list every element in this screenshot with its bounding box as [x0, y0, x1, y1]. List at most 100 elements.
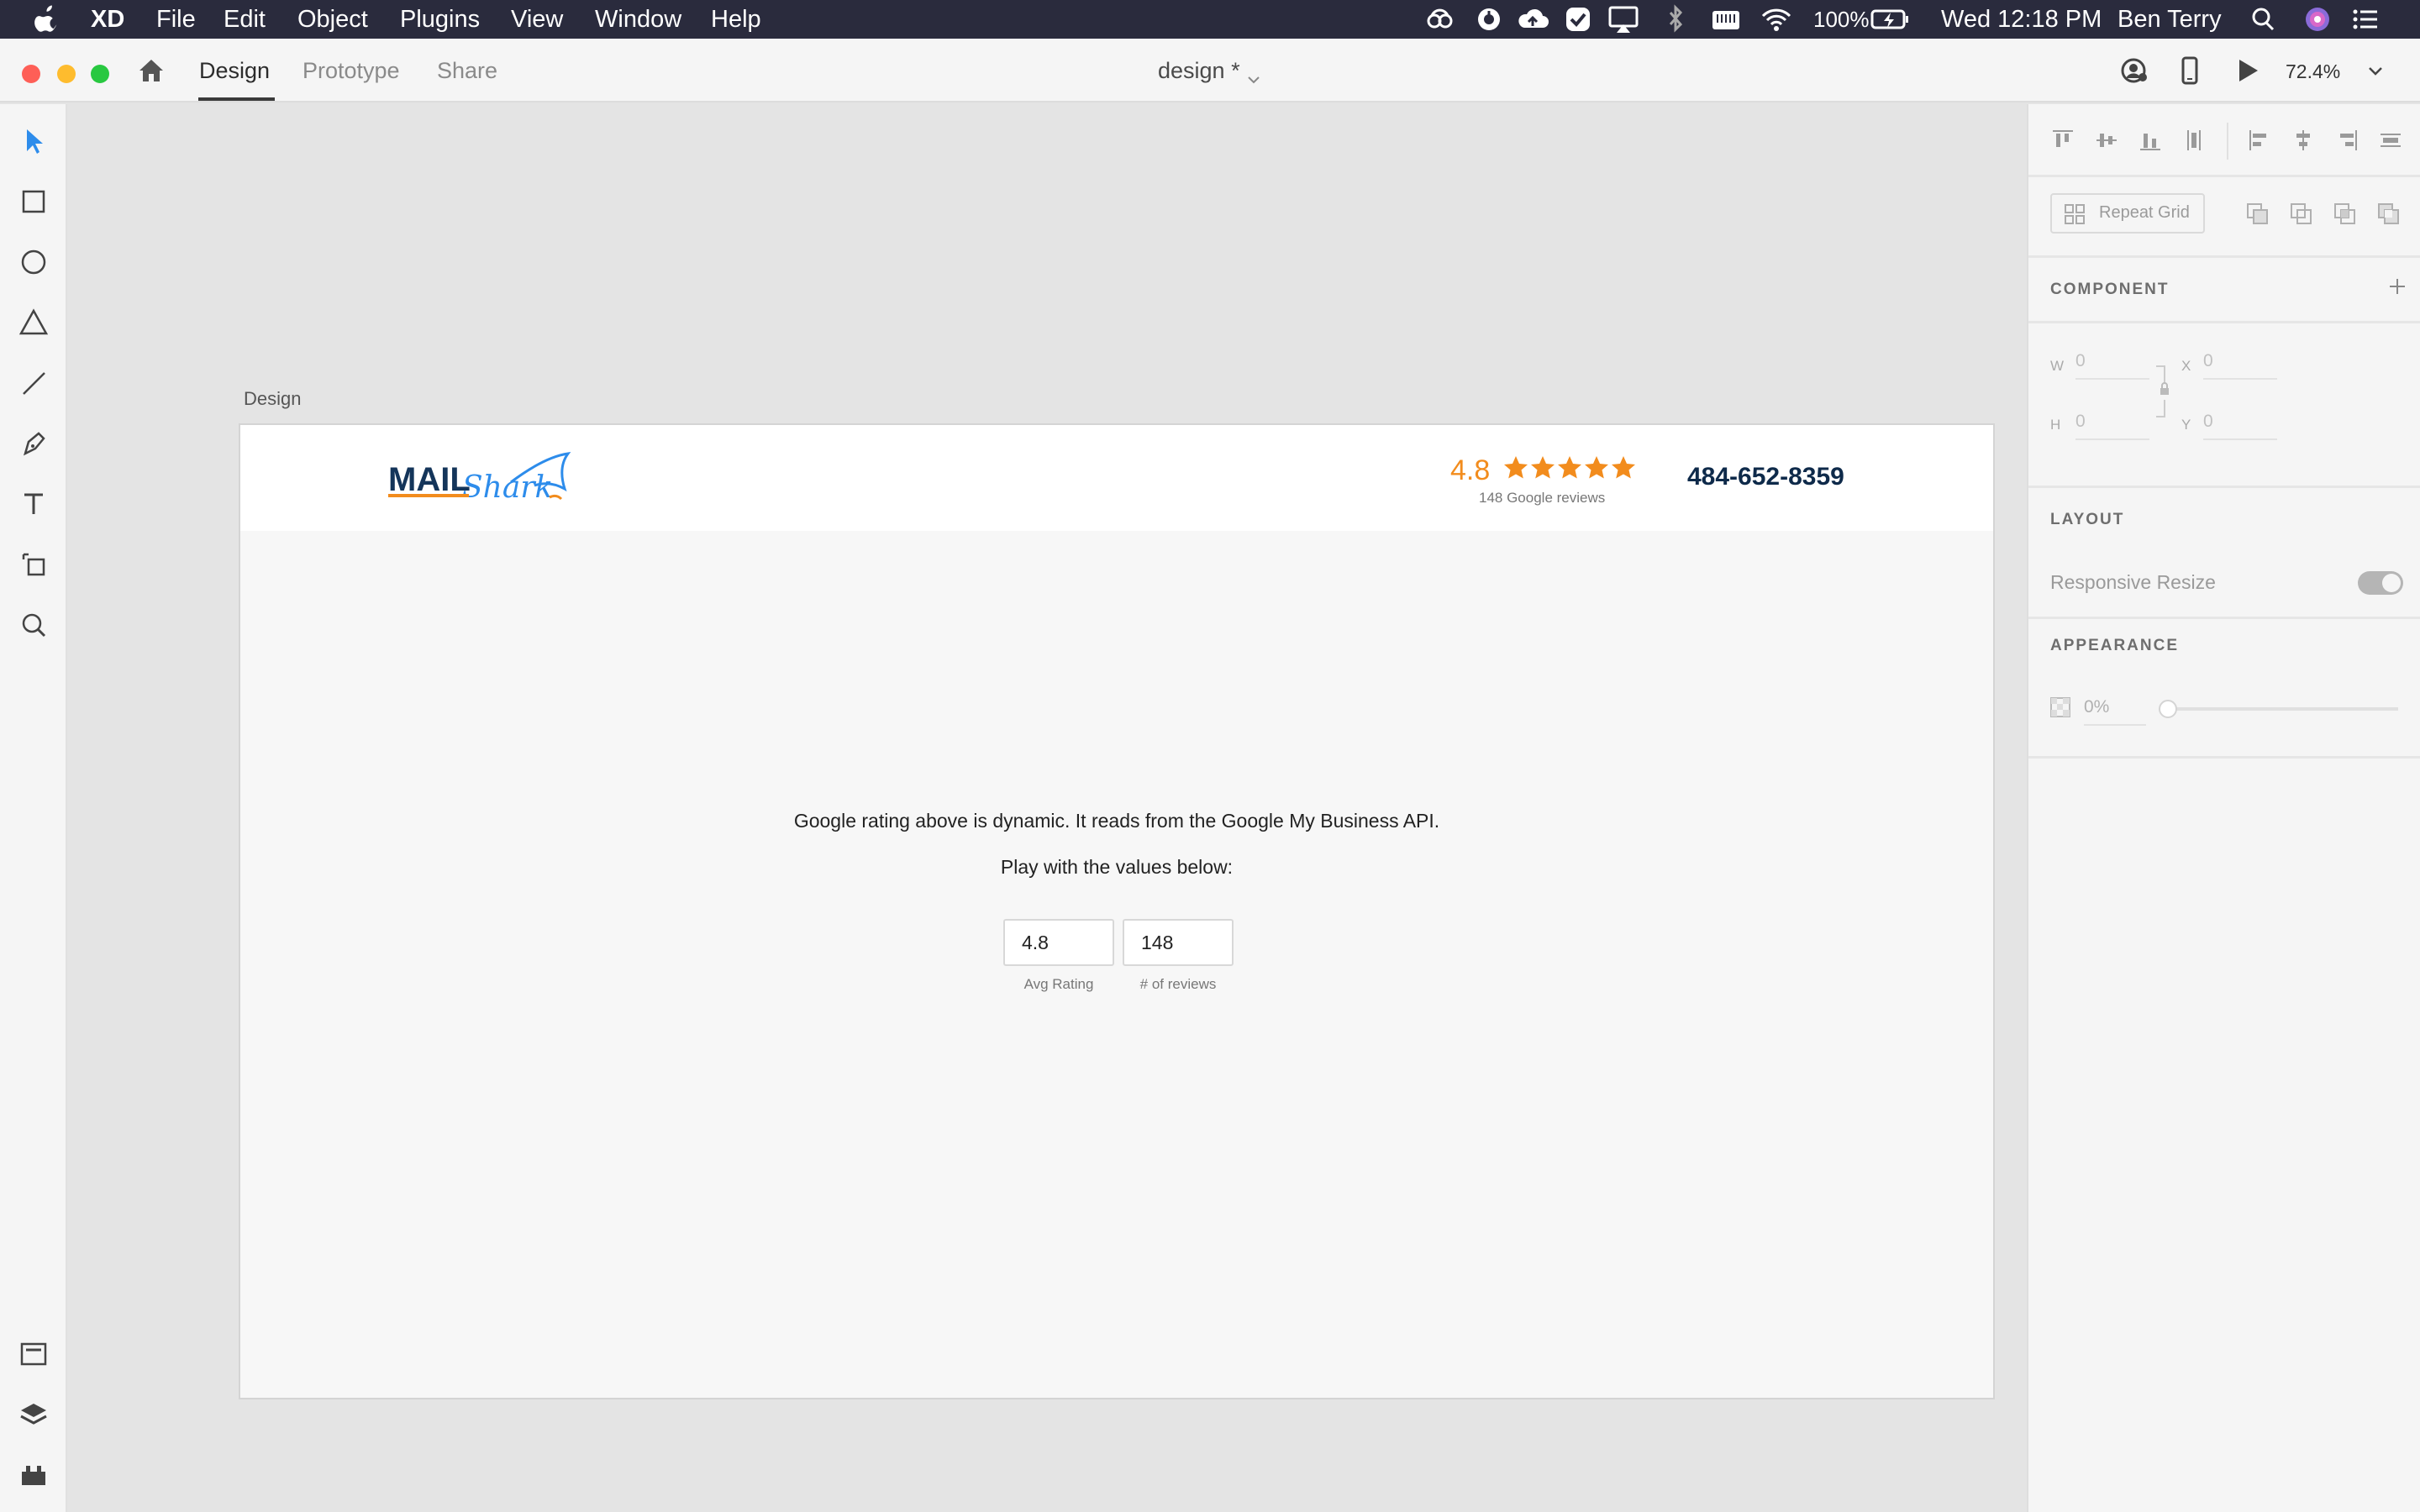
artboard[interactable]: MAIL Shark 4.8 148 Google reviews 484-65… [239, 423, 1995, 1399]
opacity-field[interactable]: 0% [2084, 697, 2146, 726]
home-icon[interactable] [136, 55, 166, 86]
active-tab-indicator [198, 97, 275, 101]
responsive-resize-label: Responsive Resize [2050, 571, 2216, 593]
boolean-subtract-icon[interactable] [2287, 200, 2316, 228]
boolean-exclude-icon[interactable] [2375, 200, 2403, 228]
panel-divider [2028, 486, 2420, 488]
responsive-resize-toggle[interactable] [2358, 571, 2403, 595]
canvas[interactable]: Design MAIL Shark 4.8 148 Google reviews… [69, 104, 2027, 1512]
artboard-label[interactable]: Design [244, 388, 301, 410]
siri-icon[interactable] [2301, 4, 2334, 34]
avg-rating-field[interactable] [1003, 919, 1114, 966]
zoom-tool-icon[interactable] [17, 608, 50, 642]
panel-divider [2028, 617, 2420, 619]
review-count-input[interactable] [1124, 921, 1232, 964]
tool-rail [0, 104, 67, 1512]
y-field[interactable]: 0 [2203, 412, 2277, 440]
zoom-window-button[interactable] [91, 65, 109, 83]
opacity-icon [2049, 696, 2072, 719]
opacity-slider-track[interactable] [2163, 707, 2398, 711]
zoom-level[interactable]: 72.4% [2286, 57, 2340, 86]
star-icon [1504, 456, 1528, 479]
menu-help[interactable]: Help [711, 5, 761, 34]
phone-number[interactable]: 484-652-8359 [1687, 462, 1844, 492]
menu-plugins[interactable]: Plugins [400, 5, 480, 34]
panel-divider [2028, 756, 2420, 759]
boolean-intersect-icon[interactable] [2331, 200, 2360, 228]
battery-icon[interactable] [1870, 4, 1909, 34]
pen-tool-icon[interactable] [17, 427, 50, 460]
share-user-icon[interactable] [2119, 55, 2149, 86]
creative-cloud-icon[interactable] [1423, 4, 1457, 34]
user-name[interactable]: Ben Terry [2118, 5, 2222, 34]
polygon-tool-icon[interactable] [17, 306, 50, 339]
select-tool-icon[interactable] [17, 124, 50, 158]
rectangle-tool-icon[interactable] [17, 185, 50, 218]
app-menu-xd[interactable]: XD [91, 5, 124, 34]
chevron-down-icon [1246, 65, 1261, 84]
battery-percent: 100% [1813, 7, 1870, 32]
layers-icon[interactable] [17, 1398, 50, 1431]
add-component-icon[interactable] [2385, 274, 2410, 299]
ellipse-tool-icon[interactable] [17, 245, 50, 279]
appearance-section-title: APPEARANCE [2050, 637, 2180, 654]
wifi-icon[interactable] [1760, 4, 1793, 34]
menu-window[interactable]: Window [595, 5, 681, 34]
menu-file[interactable]: File [156, 5, 196, 34]
spotlight-search-icon[interactable] [2247, 4, 2281, 34]
clock[interactable]: Wed 12:18 PM [1941, 5, 2102, 34]
opacity-slider-knob[interactable] [2159, 700, 2177, 718]
bluetooth-icon[interactable] [1659, 4, 1692, 34]
close-window-button[interactable] [22, 65, 40, 83]
artboard-tool-icon[interactable] [17, 548, 50, 581]
align-left-icon[interactable] [2245, 126, 2274, 155]
component-section-title: COMPONENT [2050, 281, 2170, 298]
dynamic-rating-message: Google rating above is dynamic. It reads… [793, 810, 1440, 832]
boolean-add-icon[interactable] [2244, 200, 2272, 228]
menu-edit[interactable]: Edit [224, 5, 266, 34]
zoom-dropdown-chevron-icon[interactable] [2365, 60, 2386, 82]
star-icon [1585, 456, 1608, 479]
document-title-text: design * [1158, 58, 1240, 83]
tab-design[interactable]: Design [199, 55, 270, 86]
align-top-icon[interactable] [2049, 126, 2077, 155]
assets-icon[interactable] [17, 1337, 50, 1371]
avg-rating-input[interactable] [1005, 921, 1113, 964]
apple-icon[interactable] [34, 3, 59, 34]
plugins-icon[interactable] [17, 1458, 50, 1492]
mailshark-logo: MAIL Shark [385, 449, 578, 509]
airplay-icon[interactable] [1607, 4, 1640, 34]
align-middle-icon[interactable] [2092, 126, 2121, 155]
align-right-icon[interactable] [2333, 126, 2361, 155]
review-count-field[interactable] [1123, 919, 1234, 966]
width-field[interactable]: 0 [2075, 351, 2149, 380]
keyboard-icon[interactable] [1709, 4, 1743, 34]
review-count-caption: # of reviews [1139, 976, 1217, 992]
distribute-horizontal-icon[interactable] [2376, 126, 2405, 155]
menu-view[interactable]: View [511, 5, 563, 34]
play-preview-icon[interactable] [2232, 55, 2262, 86]
sync-icon[interactable] [1472, 4, 1506, 34]
tab-prototype[interactable]: Prototype [302, 55, 400, 86]
tab-share[interactable]: Share [437, 55, 497, 86]
cloud-upload-icon[interactable] [1516, 4, 1549, 34]
notification-center-icon[interactable] [2348, 4, 2381, 34]
line-tool-icon[interactable] [17, 366, 50, 400]
device-preview-icon[interactable] [2175, 55, 2205, 86]
checkmark-icon[interactable] [1561, 4, 1595, 34]
height-field[interactable]: 0 [2075, 412, 2149, 440]
distribute-vertical-icon[interactable] [2180, 126, 2208, 155]
minimize-window-button[interactable] [57, 65, 76, 83]
text-tool-icon[interactable] [17, 487, 50, 521]
menu-object[interactable]: Object [297, 5, 368, 34]
lock-aspect-icon[interactable] [2153, 361, 2176, 422]
menu-bar: XD File Edit Object Plugins View Window … [0, 0, 2420, 39]
align-bottom-icon[interactable] [2136, 126, 2165, 155]
align-center-icon[interactable] [2289, 126, 2317, 155]
document-title[interactable]: design * [1158, 55, 1261, 86]
repeat-grid-button[interactable]: Repeat Grid [2050, 193, 2205, 234]
repeat-grid-label: Repeat Grid [2099, 203, 2190, 222]
x-field[interactable]: 0 [2203, 351, 2277, 380]
y-label: Y [2181, 417, 2191, 433]
grid-icon [2064, 203, 2086, 225]
